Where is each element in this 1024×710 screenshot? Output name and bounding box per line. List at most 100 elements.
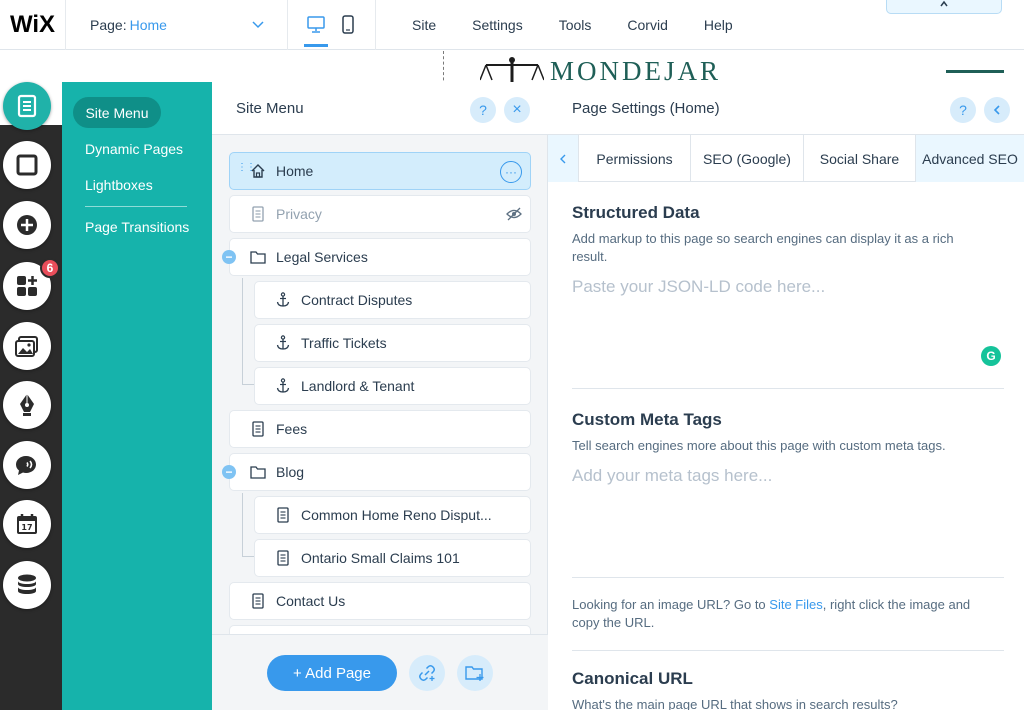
folder-icon (250, 464, 266, 480)
page-item-traffic-tickets[interactable]: Traffic Tickets (254, 324, 531, 362)
section-divider (572, 650, 1004, 651)
page-settings-header: Page Settings (Home) ? (548, 82, 1024, 135)
page-item-label: Landlord & Tenant (301, 378, 415, 394)
nav-site-menu[interactable]: Site Menu (73, 97, 161, 128)
menu-corvid[interactable]: Corvid (627, 17, 667, 33)
page-item-common-home-reno[interactable]: Common Home Reno Disput... (254, 496, 531, 534)
nav-dynamic-pages[interactable]: Dynamic Pages (85, 141, 183, 157)
add-link-button[interactable] (409, 655, 445, 691)
menu-site[interactable]: Site (412, 17, 436, 33)
add-tool-button[interactable] (3, 201, 51, 249)
section-divider (572, 577, 1004, 578)
page-item-contact-us[interactable]: Contact Us (229, 582, 531, 620)
wix-logo[interactable]: WiX (0, 0, 66, 50)
pages-tool-button[interactable] (3, 82, 51, 130)
database-tool-button[interactable] (3, 561, 51, 609)
section-divider (572, 388, 1004, 389)
settings-tabs: Permissions SEO (Google) Social Share Ad… (548, 135, 1024, 182)
canvas-menu-bar (946, 70, 1004, 73)
tree-line-legal (242, 278, 243, 384)
folder-icon (250, 249, 266, 265)
menu-tools[interactable]: Tools (559, 17, 592, 33)
site-menu-help-button[interactable]: ? (470, 97, 496, 123)
page-item-label: Home (276, 163, 314, 179)
page-item-contract-disputes[interactable]: Contract Disputes (254, 281, 531, 319)
site-menu-panel: Site Menu ? × ⋮⋮ Home ··· Privacy Legal … (212, 82, 548, 710)
nav-page-transitions[interactable]: Page Transitions (85, 219, 189, 235)
drag-handle-icon[interactable]: ⋮⋮ (237, 163, 256, 173)
tab-seo-google[interactable]: SEO (Google) (691, 135, 804, 182)
add-page-button[interactable]: + Add Page (267, 655, 397, 691)
page-item-privacy[interactable]: Privacy (229, 195, 531, 233)
page-item-label: Traffic Tickets (301, 335, 387, 351)
structured-data-description: Add markup to this page so search engine… (572, 231, 954, 264)
tab-social-share[interactable]: Social Share (804, 135, 916, 182)
chevron-down-icon (252, 21, 264, 29)
database-icon (18, 574, 36, 594)
site-menu-header: Site Menu ? × (212, 82, 548, 135)
custom-meta-tags-description: Tell search engines more about this page… (572, 438, 946, 453)
tabs-scroll-left-button[interactable] (548, 135, 579, 182)
page-selector-label: Page: (90, 17, 127, 33)
page-item-ontario-small-claims[interactable]: Ontario Small Claims 101 (254, 539, 531, 577)
page-settings-back-button[interactable] (984, 97, 1010, 123)
anchor-icon (275, 378, 291, 394)
page-icon (250, 206, 266, 222)
add-folder-button[interactable] (457, 655, 493, 691)
page-icon (250, 593, 266, 609)
mobile-icon (342, 15, 354, 34)
media-tool-button[interactable] (3, 322, 51, 370)
structured-data-input[interactable]: Paste your JSON-LD code here... (572, 277, 972, 367)
background-tool-button[interactable] (3, 141, 51, 189)
site-menu-title: Site Menu (236, 100, 304, 117)
page-settings-help-button[interactable]: ? (950, 97, 976, 123)
tab-permissions[interactable]: Permissions (579, 135, 691, 182)
more-actions-button[interactable]: ··· (500, 161, 522, 183)
site-menu-close-button[interactable]: × (504, 97, 530, 123)
page-icon (275, 550, 291, 566)
page-settings-panel: Page Settings (Home) ? Permissions SEO (… (548, 82, 1024, 710)
page-item-label: Common Home Reno Disput... (301, 507, 492, 523)
svg-text:17: 17 (21, 523, 32, 532)
link-icon (419, 665, 435, 681)
structured-data-title: Structured Data (572, 203, 700, 222)
chevron-up-icon (940, 0, 948, 7)
tree-tick (242, 384, 254, 385)
blog-tool-button[interactable] (3, 381, 51, 429)
canonical-url-description: What's the main page URL that shows in s… (572, 697, 898, 710)
page-item-landlord-tenant[interactable]: Landlord & Tenant (254, 367, 531, 405)
nav-divider (85, 206, 187, 207)
page-item-label: Blog (276, 464, 305, 480)
calendar-icon: 17 (17, 514, 37, 534)
collapse-topbar-button[interactable] (886, 0, 1002, 14)
mobile-view-button[interactable] (334, 12, 362, 38)
chat-tool-button[interactable] (3, 441, 51, 489)
page-item-fees[interactable]: Fees (229, 410, 531, 448)
add-icon (17, 215, 37, 235)
tree-line-blog (242, 493, 243, 556)
tab-advanced-seo[interactable]: Advanced SEO (916, 135, 1024, 182)
desktop-view-button[interactable] (302, 12, 330, 38)
menu-help[interactable]: Help (704, 17, 733, 33)
collapse-blog-button[interactable]: − (222, 465, 236, 479)
grammarly-icon[interactable]: G (981, 346, 1001, 366)
desktop-icon (307, 16, 325, 33)
site-files-link[interactable]: Site Files (769, 597, 822, 612)
page-selector[interactable]: Page: Home (66, 0, 288, 50)
device-switcher (288, 0, 376, 50)
top-bar: WiX Page: Home Site Settings Tools Corvi… (0, 0, 1024, 50)
site-menu-footer: + Add Page (212, 634, 548, 710)
collapse-legal-button[interactable]: − (222, 250, 236, 264)
chat-icon (16, 456, 36, 475)
background-icon (16, 154, 38, 176)
nav-lightboxes[interactable]: Lightboxes (85, 177, 153, 193)
page-item-label: Fees (276, 421, 308, 437)
page-item-blog[interactable]: Blog (229, 453, 531, 491)
bookings-tool-button[interactable]: 17 (3, 500, 51, 548)
menu-settings[interactable]: Settings (472, 17, 523, 33)
page-item-label: Contact Us (276, 593, 346, 609)
page-icon (275, 507, 291, 523)
custom-meta-tags-input[interactable]: Add your meta tags here... (572, 466, 972, 546)
page-item-legal-services[interactable]: Legal Services (229, 238, 531, 276)
page-item-home[interactable]: ⋮⋮ Home ··· (229, 152, 531, 190)
